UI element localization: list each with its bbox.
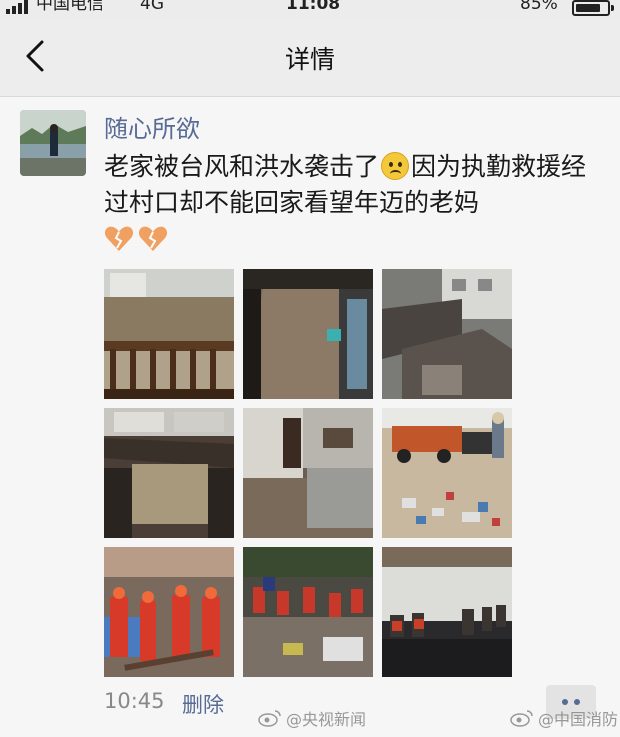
- watermark-text: @央视新闻: [286, 710, 367, 729]
- moment-post: 随心所欲 老家被台风和洪水袭击了因为执勤救援经过村口却不能回家看望年迈的老妈: [0, 97, 620, 737]
- weibo-icon: [510, 710, 533, 727]
- photo-flooded-room[interactable]: [243, 408, 373, 538]
- broken-heart-icon: [138, 226, 168, 251]
- photo-rescuers-debris[interactable]: [243, 547, 373, 677]
- broken-heart-icon: [104, 226, 134, 251]
- post-text-part1: 老家被台风和洪水袭击了: [104, 152, 380, 181]
- carrier-name: 中国电信: [36, 0, 104, 14]
- sad-face-icon: [381, 152, 410, 180]
- nav-bar: 详情: [0, 18, 620, 97]
- watermark-cctv-news: @央视新闻: [258, 706, 366, 730]
- username[interactable]: 随心所欲: [104, 109, 200, 144]
- network-type: 4G: [140, 0, 164, 14]
- photo-debris-truck[interactable]: [382, 408, 512, 538]
- battery-icon: [572, 0, 614, 16]
- photo-grid: [104, 269, 512, 677]
- photo-flooded-river-railing[interactable]: [104, 269, 234, 399]
- post-text: 老家被台风和洪水袭击了 因为执勤救援经过村口却不能回家看望年迈的老妈: [104, 149, 604, 257]
- status-clock: 11:08: [286, 0, 341, 14]
- photo-village-rooftops[interactable]: [382, 269, 512, 399]
- photo-rescue-team[interactable]: [104, 547, 234, 677]
- delete-button[interactable]: 删除: [182, 689, 224, 719]
- post-time: 10:45: [104, 689, 165, 713]
- dot-icon: [562, 699, 568, 705]
- photo-flooded-street[interactable]: [243, 269, 373, 399]
- dot-icon: [574, 699, 580, 705]
- weibo-icon: [258, 710, 281, 727]
- watermark-china-fire: @中国消防: [510, 706, 618, 730]
- photo-tunnel-rest[interactable]: [382, 547, 512, 677]
- status-bar: 中国电信 4G 11:08 85%: [0, 0, 620, 18]
- avatar[interactable]: [20, 110, 86, 176]
- signal-strength-icon: [6, 0, 28, 14]
- watermark-text: @中国消防: [538, 710, 619, 729]
- page-title: 详情: [284, 45, 335, 74]
- battery-percentage: 85%: [520, 0, 558, 14]
- photo-flooded-courtyard[interactable]: [104, 408, 234, 538]
